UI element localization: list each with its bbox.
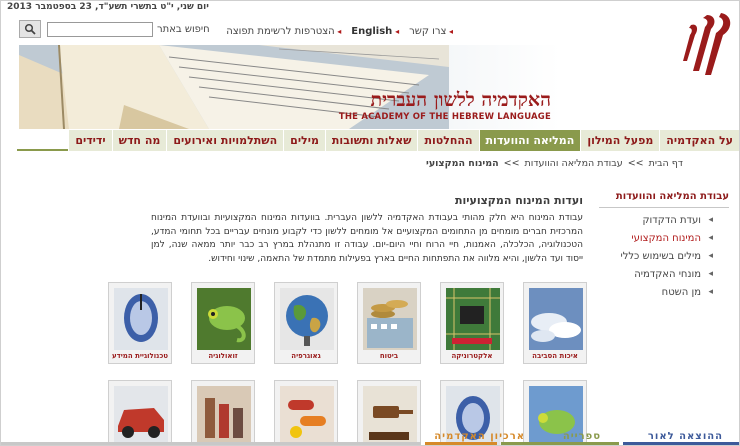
breadcrumb-home[interactable]: דף הבית [649, 158, 683, 169]
academy-logo-icon[interactable] [681, 5, 735, 81]
sidebar-item-grammar[interactable]: ◂ ועדת הדקדוק [599, 208, 729, 226]
contact-link[interactable]: ◂ צרו קשר [409, 26, 453, 37]
tab-decisions[interactable]: ההחלטות [417, 130, 479, 151]
tab-dictionary[interactable]: מפעל המילון [580, 130, 660, 151]
sidebar-item-terminology[interactable]: ◂ המינוח המקצועי [599, 226, 729, 244]
topic-caption: ביטוח [379, 352, 399, 360]
tab-news[interactable]: מה חדש [111, 130, 167, 151]
tab-words[interactable]: מילים [283, 130, 325, 151]
topic-grid: איכות הסביבה אלקטרוניקה ביטוח גאוגרפיה ז… [107, 282, 587, 445]
arrow-left-icon: ◂ [708, 215, 713, 225]
clouds-sky-icon [529, 288, 583, 350]
tab-friends[interactable]: ידידים [68, 130, 112, 151]
breadcrumb: דף הבית >> עבודת המליאה והוועדות >> המינ… [426, 158, 683, 169]
topic-insurance[interactable]: ביטוח [357, 282, 421, 364]
sidebar-item-general-words[interactable]: ◂ מילים בשימוש כללי [599, 244, 729, 262]
content-text: עבודת המינוח היא חלק מהותי בעבודת האקדמי… [151, 213, 583, 264]
site-title-hebrew: האקדמיה ללשון העברית [370, 89, 551, 111]
topic-caption: גאוגרפיה [291, 352, 321, 360]
footer-bar-archive [425, 442, 497, 445]
main-nav: על האקדמיה מפעל המילון המליאה והוועדות ה… [17, 130, 739, 151]
footer-link-publishing[interactable]: ההוצאה לאור [648, 431, 723, 442]
topic-zoology[interactable]: זואולוגיה [191, 282, 255, 364]
topic-caption: טכנולוגיית המידע [111, 352, 169, 360]
topic-environment[interactable]: איכות הסביבה [523, 282, 587, 364]
top-bar: יום שני, י"ט בתשרי תשע"ד, 23 בספטמבר 201… [1, 1, 739, 45]
topic-geography[interactable]: גאוגרפיה [274, 282, 338, 364]
topic-caption: אלקטרוניקה [451, 352, 493, 360]
topic-it[interactable]: טכנולוגיית המידע [108, 282, 172, 364]
sidebar: עבודת המליאה והוועדות ◂ ועדת הדקדוק ◂ המינ… [599, 191, 729, 298]
breadcrumb-separator: >> [627, 158, 644, 169]
footer-link-library[interactable]: ספרייה [563, 431, 601, 442]
search-label: חיפוש באתר [157, 24, 210, 35]
sidebar-item-academy-terms[interactable]: ◂ מונחי האקדמיה [599, 262, 729, 280]
top-links: ◂ צרו קשר ◂ English ◂ הצטרפות לרשימת תפו… [226, 26, 453, 37]
topic-caption: זואולוגיה [208, 352, 238, 360]
arrow-left-icon: ◂ [708, 251, 713, 261]
tab-qa[interactable]: שאלות ותשובות [324, 130, 418, 151]
chameleon-icon [197, 288, 251, 350]
search-button[interactable] [19, 20, 41, 38]
sidebar-title[interactable]: עבודת המליאה והוועדות [599, 191, 729, 208]
topic-electronics[interactable]: אלקטרוניקה [440, 282, 504, 364]
coins-calculator-icon [363, 288, 417, 350]
search-icon [24, 23, 36, 35]
tab-events[interactable]: השתלמויות ואירועים [166, 130, 284, 151]
header-banner: האקדמיה ללשון העברית THE ACADEMY OF THE … [19, 45, 739, 129]
page: יום שני, י"ט בתשרי תשע"ד, 23 בספטמבר 201… [0, 0, 740, 446]
arrow-left-icon: ◂ [446, 27, 453, 36]
mailing-list-link[interactable]: ◂ הצטרפות לרשימת תפוצה [226, 26, 341, 37]
footer-link-archive[interactable]: ארכיון האקדמיה [434, 431, 525, 442]
footer-bar-publishing [623, 442, 739, 445]
footer-bar-library [501, 442, 619, 445]
arrow-left-icon: ◂ [708, 269, 713, 279]
computer-mouse-icon [114, 288, 168, 350]
footer-bar: ההוצאה לאור ספרייה ארכיון האקדמיה [1, 431, 739, 445]
tab-about[interactable]: על האקדמיה [659, 130, 739, 151]
breadcrumb-current: המינוח המקצועי [426, 158, 499, 169]
current-date: יום שני, י"ט בתשרי תשע"ד, 23 בספטמבר 201… [7, 2, 209, 12]
arrow-left-icon: ◂ [334, 27, 342, 36]
breadcrumb-separator: >> [503, 158, 520, 169]
search-input[interactable] [47, 22, 153, 37]
content-title: ועדות המינוח המקצועיות [454, 194, 583, 207]
footer-bar-rest [1, 442, 421, 445]
english-link[interactable]: ◂ English [351, 26, 399, 37]
circuit-board-icon [446, 288, 500, 350]
arrow-left-icon: ◂ [708, 287, 713, 297]
arrow-left-icon: ◂ [392, 27, 400, 36]
sidebar-item-field[interactable]: ◂ מן השטח [599, 280, 729, 298]
tab-plenum-committees[interactable]: המליאה והוועדות [478, 130, 581, 151]
arrow-left-icon: ◂ [708, 233, 713, 243]
topic-caption: איכות הסביבה [532, 352, 578, 360]
breadcrumb-plenum[interactable]: עבודת המליאה והוועדות [525, 158, 623, 169]
site-title-english: THE ACADEMY OF THE HEBREW LANGUAGE [338, 112, 551, 122]
globe-icon [280, 288, 334, 350]
